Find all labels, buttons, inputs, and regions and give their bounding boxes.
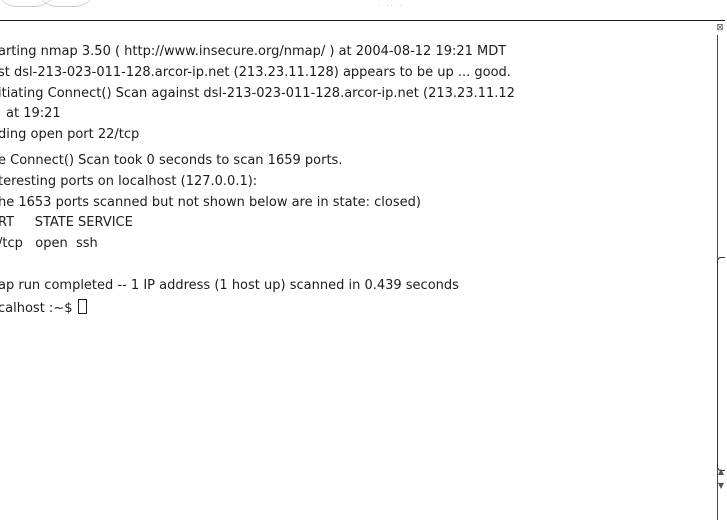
terminal-line: ap run completed -- 1 IP address (1 host… xyxy=(0,278,459,293)
terminal-line: itiating Connect() Scan against dsl-213-… xyxy=(0,86,515,101)
close-icon[interactable]: ⊠ xyxy=(716,24,724,33)
prompt-text: calhost :~$ xyxy=(0,301,73,316)
terminal-line: e Connect() Scan took 0 seconds to scan … xyxy=(0,153,343,168)
arrow-up-icon[interactable]: ▲ xyxy=(717,465,725,478)
cursor-block xyxy=(77,299,87,314)
scrollbar-thumb[interactable] xyxy=(717,257,725,471)
terminal-line: st dsl-213-023-011-128.arcor-ip.net (213… xyxy=(0,65,511,80)
terminal-line: ding open port 22/tcp xyxy=(0,127,140,142)
terminal-line: at 19:21 xyxy=(6,106,61,121)
window-top-strip: · ·· · xyxy=(0,0,727,20)
terminal-prompt-line: calhost :~$ xyxy=(0,299,87,316)
top-left-decoration-2 xyxy=(36,0,96,7)
terminal-window: · ·· · arting nmap 3.50 ( http://www.ins… xyxy=(0,0,727,520)
arrow-down-icon[interactable]: ▼ xyxy=(717,479,725,492)
terminal-line: /tcp open ssh xyxy=(0,236,98,251)
terminal-line: arting nmap 3.50 ( http://www.insecure.o… xyxy=(0,44,507,59)
terminal-line: teresting ports on localhost (127.0.0.1)… xyxy=(0,174,258,189)
terminal-line: RT STATE SERVICE xyxy=(0,215,133,230)
top-dots-decoration: · ·· · xyxy=(378,2,404,10)
terminal-line: he 1653 ports scanned but not shown belo… xyxy=(0,195,421,210)
vertical-scrollbar[interactable]: ⊠ ▲ ▼ xyxy=(706,21,726,520)
terminal-output[interactable]: arting nmap 3.50 ( http://www.insecure.o… xyxy=(0,21,706,520)
